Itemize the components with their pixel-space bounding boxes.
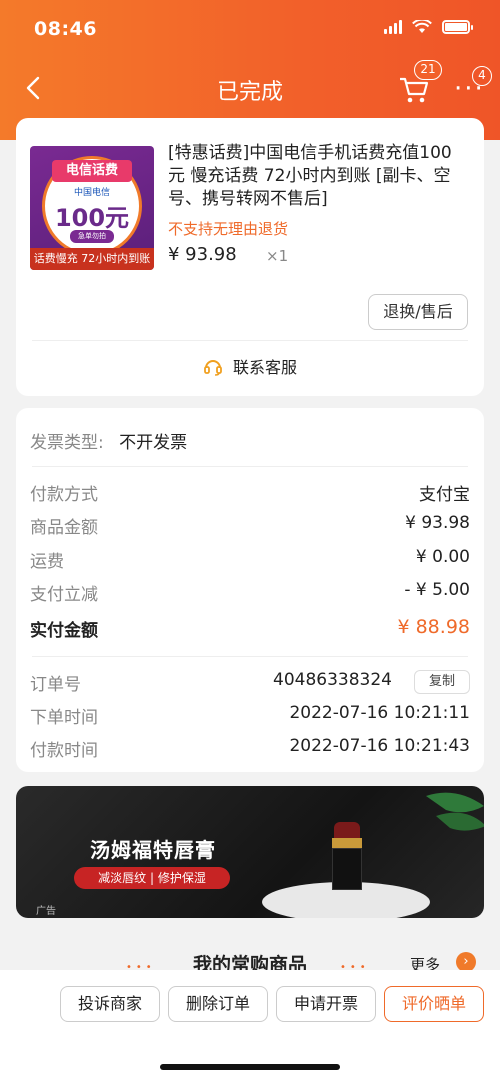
contact-service-label: 联系客服 (232, 358, 297, 377)
lipstick-image (334, 822, 360, 838)
ad-banner[interactable]: 汤姆福特唇膏 减淡唇纹 | 修护保湿 广告 (16, 786, 484, 918)
apply-invoice-button[interactable]: 申请开票 (276, 986, 376, 1022)
after-sale-button[interactable]: 退换/售后 (368, 294, 468, 330)
signal-icon (384, 20, 402, 34)
review-button[interactable]: 评价晒单 (384, 986, 484, 1022)
image-tag: 电信话费 (52, 160, 132, 182)
ad-title: 汤姆福特唇膏 (90, 838, 216, 862)
row-label: 实付金额 (30, 621, 98, 641)
ad-tag: 减淡唇纹 | 修护保湿 (74, 867, 230, 889)
created-time-row: 下单时间 2022-07-16 10:21:11 (30, 703, 470, 728)
image-price: 100元 (54, 204, 130, 232)
invoice-label: 发票类型: (30, 433, 104, 453)
divider (32, 466, 468, 467)
divider (32, 656, 468, 657)
paid-time-row: 付款时间 2022-07-16 10:21:43 (30, 736, 470, 761)
shipping-row: 运费 ¥ 0.00 (30, 547, 470, 572)
headset-icon (204, 360, 222, 376)
battery-icon (442, 20, 473, 34)
lipstick-case (332, 848, 362, 890)
product-title[interactable]: [特惠话费]中国电信手机话费充值100元 慢充话费 72小时内到账 [副卡、空号… (168, 142, 468, 211)
paid-time-value: 2022-07-16 10:21:43 (289, 736, 470, 756)
status-time: 08:46 (34, 18, 97, 40)
image-small-tag: 急单勿拍 (70, 230, 114, 243)
invoice-row: 发票类型: 不开发票 (30, 428, 470, 453)
wifi-icon (412, 20, 432, 33)
row-label: 运费 (30, 552, 64, 572)
copy-button[interactable]: 复制 (414, 670, 470, 694)
complain-button[interactable]: 投诉商家 (60, 986, 160, 1022)
row-value: - ¥ 5.00 (404, 580, 470, 600)
discount-row: 支付立减 - ¥ 5.00 (30, 580, 470, 605)
leaf-decoration (426, 792, 484, 831)
status-bar: 08:46 (34, 18, 473, 42)
goods-amount-row: 商品金额 ¥ 93.98 (30, 513, 470, 538)
contact-service-button[interactable]: 联系客服 (16, 354, 484, 378)
row-label: 支付立减 (30, 585, 98, 605)
row-label: 商品金额 (30, 518, 98, 538)
bottom-action-bar: 投诉商家 删除订单 申请开票 评价晒单 (0, 970, 500, 1082)
ad-label: 广告 (36, 906, 56, 917)
paid-amount-value: ¥ 88.98 (397, 616, 470, 638)
message-badge: 4 (472, 66, 492, 86)
created-time-value: 2022-07-16 10:21:11 (289, 703, 470, 723)
product-image[interactable]: 电信话费 中国电信 100元 急单勿拍 话费慢充 72小时内到账 (30, 146, 154, 270)
nav-bar: 已完成 21 ··· 4 (0, 60, 500, 114)
created-time-label: 下单时间 (30, 708, 98, 728)
home-indicator (160, 1064, 340, 1070)
product-card: 电信话费 中国电信 100元 急单勿拍 话费慢充 72小时内到账 [特惠话费]中… (16, 118, 484, 396)
return-policy-note: 不支持无理由退货 (168, 220, 289, 238)
product-price: ¥ 93.98 (168, 244, 237, 265)
row-value: 支付宝 (419, 485, 470, 505)
order-number-label: 订单号 (30, 675, 81, 695)
chevron-right-icon[interactable]: › (456, 952, 476, 972)
divider (32, 340, 468, 341)
row-label: 付款方式 (30, 485, 98, 505)
paid-time-label: 付款时间 (30, 741, 98, 761)
delete-order-button[interactable]: 删除订单 (168, 986, 268, 1022)
order-number-value: 40486338324 (273, 670, 392, 690)
row-value: ¥ 0.00 (415, 547, 470, 567)
lipstick-band (332, 838, 362, 848)
paid-amount-row: 实付金额 ¥ 88.98 (30, 616, 470, 641)
order-number-row: 订单号 40486338324 (30, 670, 392, 695)
image-brand: 中国电信 (73, 188, 110, 198)
product-quantity: ×1 (266, 247, 289, 265)
status-icons (384, 20, 473, 34)
row-value: ¥ 93.98 (405, 513, 470, 533)
image-banner: 话费慢充 72小时内到账 (30, 248, 154, 270)
order-info-card: 发票类型: 不开发票 付款方式 支付宝 商品金额 ¥ 93.98 运费 ¥ 0.… (16, 408, 484, 772)
payment-method-row: 付款方式 支付宝 (30, 480, 470, 505)
invoice-value: 不开发票 (119, 433, 188, 453)
cart-badge: 21 (414, 60, 442, 80)
